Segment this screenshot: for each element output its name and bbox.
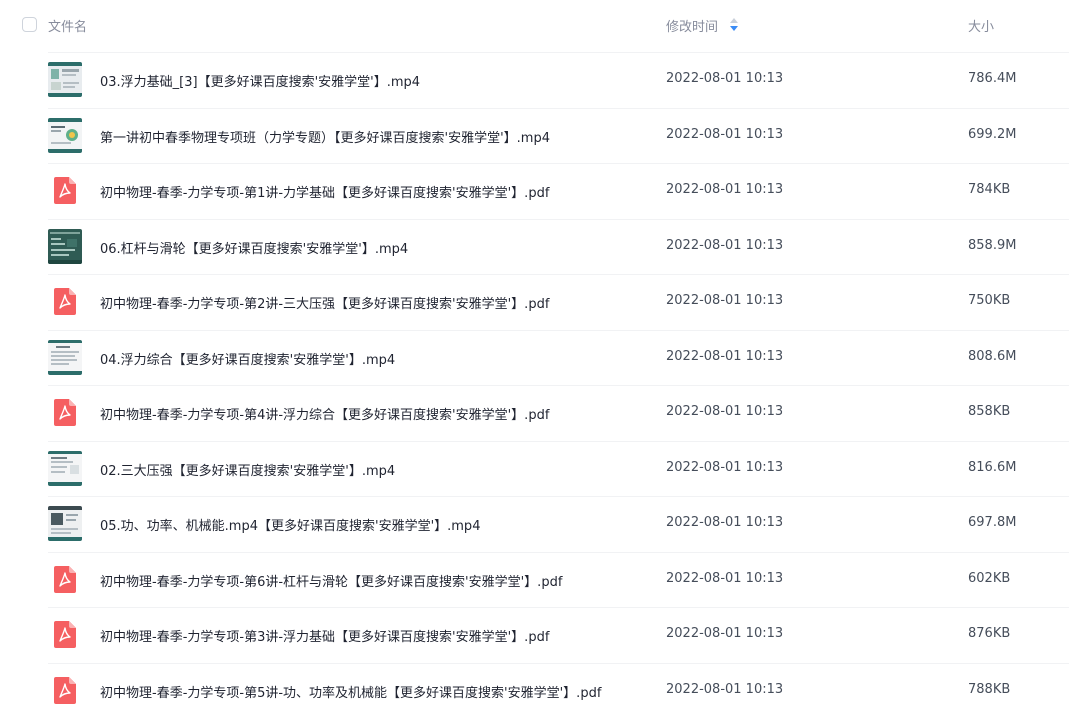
- file-size: 788KB: [968, 681, 1011, 697]
- file-size: 750KB: [968, 293, 1011, 308]
- file-row[interactable]: 初中物理-春季-力学专项-第5讲-功、功率及机械能【更多好课百度搜索'安雅学堂'…: [0, 662, 1069, 716]
- file-size: 602KB: [968, 570, 1011, 586]
- file-name[interactable]: 初中物理-春季-力学专项-第1讲-力学基础【更多好课百度搜索'安雅学堂'】.pd…: [100, 182, 549, 201]
- file-size: 786.4M: [968, 71, 1017, 86]
- file-modified-time: 2022-08-01 10:13: [666, 626, 784, 641]
- file-modified-time: 2022-08-01 10:13: [666, 237, 784, 253]
- file-row[interactable]: 02.三大压强【更多好课百度搜索'安雅学堂'】.mp4 2022-08-01 10…: [0, 440, 1069, 497]
- column-header-size[interactable]: 大小: [968, 16, 994, 35]
- file-row[interactable]: 初中物理-春季-力学专项-第3讲-浮力基础【更多好课百度搜索'安雅学堂'】.pd…: [0, 607, 1069, 663]
- file-row[interactable]: 04.浮力综合【更多好课百度搜索'安雅学堂'】.mp4 2022-08-01 10…: [0, 329, 1069, 386]
- file-modified-time: 2022-08-01 10:13: [666, 71, 784, 86]
- file-list-page: 文件名 修改时间 大小 03.浮力基础_[3]【更多好课百度搜索'安雅学堂'】.…: [0, 0, 1069, 716]
- file-modified-time: 2022-08-01 10:13: [666, 570, 784, 586]
- file-name[interactable]: 初中物理-春季-力学专项-第4讲-浮力综合【更多好课百度搜索'安雅学堂'】.pd…: [100, 404, 549, 423]
- file-name[interactable]: 初中物理-春季-力学专项-第5讲-功、功率及机械能【更多好课百度搜索'安雅学堂'…: [100, 682, 601, 701]
- file-row[interactable]: 05.功、功率、机械能.mp4【更多好课百度搜索'安雅学堂'】.mp4 2022-…: [0, 496, 1069, 552]
- video-thumbnail: [48, 228, 82, 264]
- file-size: 858.9M: [968, 237, 1017, 253]
- pdf-file-icon: [54, 621, 76, 648]
- file-row[interactable]: 第一讲初中春季物理专项班（力学专题）【更多好课百度搜索'安雅学堂'】.mp4 20…: [0, 107, 1069, 164]
- column-header-name[interactable]: 文件名: [48, 16, 87, 35]
- pdf-file-icon: [54, 565, 76, 593]
- file-row[interactable]: 初中物理-春季-力学专项-第6讲-杠杆与滑轮【更多好课百度搜索'安雅学堂'】.p…: [0, 551, 1069, 608]
- file-rows: 03.浮力基础_[3]【更多好课百度搜索'安雅学堂'】.mp4 2022-08-0…: [0, 52, 1069, 716]
- video-thumbnail: [48, 117, 82, 153]
- file-modified-time: 2022-08-01 10:13: [666, 182, 784, 197]
- file-row[interactable]: 初中物理-春季-力学专项-第4讲-浮力综合【更多好课百度搜索'安雅学堂'】.pd…: [0, 385, 1069, 441]
- file-row[interactable]: 初中物理-春季-力学专项-第2讲-三大压强【更多好课百度搜索'安雅学堂'】.pd…: [0, 274, 1069, 330]
- file-name[interactable]: 05.功、功率、机械能.mp4【更多好课百度搜索'安雅学堂'】.mp4: [100, 515, 480, 534]
- file-modified-time: 2022-08-01 10:13: [666, 404, 784, 419]
- video-thumbnail: [48, 506, 82, 541]
- file-size: 784KB: [968, 182, 1011, 197]
- file-modified-time: 2022-08-01 10:13: [666, 126, 784, 142]
- file-modified-time: 2022-08-01 10:13: [666, 459, 784, 475]
- video-thumbnail: [48, 339, 82, 375]
- file-size: 876KB: [968, 626, 1011, 641]
- pdf-file-icon: [54, 399, 76, 426]
- file-name[interactable]: 02.三大压强【更多好课百度搜索'安雅学堂'】.mp4: [100, 460, 395, 479]
- file-name[interactable]: 初中物理-春季-力学专项-第3讲-浮力基础【更多好课百度搜索'安雅学堂'】.pd…: [100, 626, 549, 645]
- file-name[interactable]: 03.浮力基础_[3]【更多好课百度搜索'安雅学堂'】.mp4: [100, 71, 420, 90]
- file-size: 697.8M: [968, 515, 1017, 530]
- sort-icon[interactable]: [730, 18, 738, 31]
- pdf-file-icon: [54, 288, 76, 315]
- select-all-checkbox[interactable]: [22, 17, 37, 32]
- file-size: 816.6M: [968, 459, 1017, 475]
- pdf-file-icon: [54, 177, 76, 204]
- file-row[interactable]: 06.杠杆与滑轮【更多好课百度搜索'安雅学堂'】.mp4 2022-08-01 1…: [0, 218, 1069, 275]
- file-name[interactable]: 第一讲初中春季物理专项班（力学专题）【更多好课百度搜索'安雅学堂'】.mp4: [100, 127, 550, 146]
- file-size: 858KB: [968, 404, 1011, 419]
- file-name[interactable]: 04.浮力综合【更多好课百度搜索'安雅学堂'】.mp4: [100, 349, 395, 368]
- file-list-header: 文件名 修改时间 大小: [0, 0, 1069, 50]
- file-modified-time: 2022-08-01 10:13: [666, 681, 784, 697]
- pdf-file-icon: [54, 676, 76, 704]
- file-modified-time: 2022-08-01 10:13: [666, 348, 784, 364]
- file-name[interactable]: 初中物理-春季-力学专项-第2讲-三大压强【更多好课百度搜索'安雅学堂'】.pd…: [100, 293, 549, 312]
- file-name[interactable]: 06.杠杆与滑轮【更多好课百度搜索'安雅学堂'】.mp4: [100, 238, 408, 257]
- file-row[interactable]: 初中物理-春季-力学专项-第1讲-力学基础【更多好课百度搜索'安雅学堂'】.pd…: [0, 163, 1069, 219]
- file-size: 808.6M: [968, 348, 1017, 364]
- file-modified-time: 2022-08-01 10:13: [666, 293, 784, 308]
- file-size: 699.2M: [968, 126, 1017, 142]
- video-thumbnail: [48, 62, 82, 97]
- file-modified-time: 2022-08-01 10:13: [666, 515, 784, 530]
- file-row[interactable]: 03.浮力基础_[3]【更多好课百度搜索'安雅学堂'】.mp4 2022-08-0…: [0, 52, 1069, 108]
- column-header-time[interactable]: 修改时间: [666, 16, 718, 35]
- video-thumbnail: [48, 450, 82, 486]
- file-name[interactable]: 初中物理-春季-力学专项-第6讲-杠杆与滑轮【更多好课百度搜索'安雅学堂'】.p…: [100, 571, 562, 590]
